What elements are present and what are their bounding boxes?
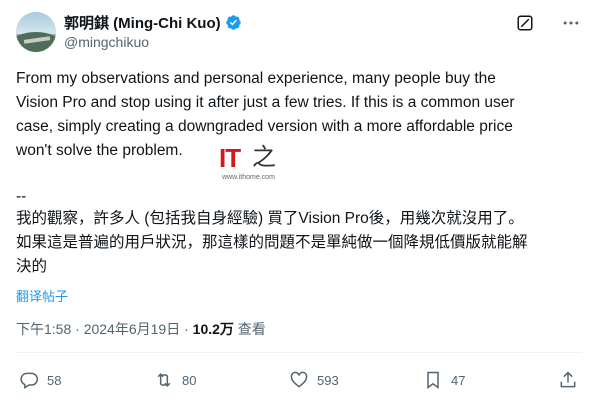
repost-count: 80 bbox=[182, 372, 197, 388]
avatar-sky bbox=[16, 12, 56, 34]
tweet-date[interactable]: 2024年6月19日 bbox=[84, 321, 181, 337]
meta-separator: · bbox=[71, 321, 84, 337]
reply-count: 58 bbox=[47, 372, 62, 388]
tweet-text-chinese: 我的觀察，許多人 (包括我自身經驗) 買了Vision Pro後，用幾次就沒用了… bbox=[16, 210, 528, 275]
translate-post-link[interactable]: 翻译帖子 bbox=[16, 286, 68, 305]
watermark-url: www.ithome.com bbox=[222, 174, 275, 181]
meta-separator: · bbox=[180, 321, 193, 337]
repost-button[interactable]: 80 bbox=[154, 369, 196, 391]
reply-icon bbox=[20, 372, 39, 389]
views-count: 10.2万 bbox=[192, 321, 234, 337]
repost-icon bbox=[157, 373, 171, 387]
share-icon bbox=[560, 371, 576, 388]
tweet-meta: 下午1:58 · 2024年6月19日 · 10.2万 查看 bbox=[16, 319, 266, 339]
reply-button[interactable]: 58 bbox=[19, 369, 61, 391]
watermark-logo-it: IT bbox=[219, 143, 241, 173]
bookmark-button[interactable]: 47 bbox=[423, 369, 465, 391]
bookmark-count: 47 bbox=[451, 372, 466, 388]
like-icon bbox=[290, 371, 308, 388]
display-name[interactable]: 郭明錤 (Ming-Chi Kuo) bbox=[64, 12, 221, 33]
views-label: 查看 bbox=[233, 321, 266, 337]
more-icon[interactable] bbox=[561, 13, 581, 33]
author-name-row[interactable]: 郭明錤 (Ming-Chi Kuo) bbox=[64, 12, 242, 32]
tweet-time[interactable]: 下午1:58 bbox=[16, 321, 71, 337]
tweet-text-english: From my observations and personal experi… bbox=[16, 70, 515, 159]
author-handle[interactable]: @mingchikuo bbox=[64, 34, 149, 50]
watermark-logo-char: 之 bbox=[252, 144, 276, 171]
text-separator: -- bbox=[16, 188, 27, 205]
like-button[interactable]: 593 bbox=[289, 369, 339, 391]
verified-badge-icon bbox=[225, 14, 241, 30]
like-count: 593 bbox=[317, 372, 339, 388]
bookmark-icon bbox=[427, 371, 439, 389]
share-button[interactable] bbox=[558, 369, 578, 391]
ithome-watermark: IT 之 www.ithome.com bbox=[219, 143, 287, 185]
grok-icon[interactable] bbox=[516, 14, 534, 32]
divider bbox=[16, 352, 582, 353]
avatar[interactable] bbox=[16, 12, 56, 52]
